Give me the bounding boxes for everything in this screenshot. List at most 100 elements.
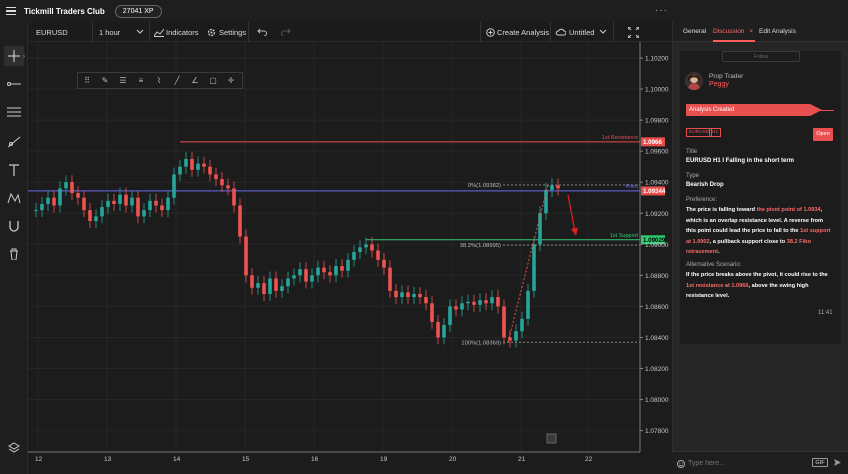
candle-body: [172, 174, 176, 198]
pen-icon[interactable]: ✎: [96, 76, 114, 85]
chart-header: EURUSD 1 hour Indicators Settings Create…: [28, 22, 672, 42]
chevron-down-icon[interactable]: [136, 22, 144, 42]
rectangle-icon[interactable]: ▢: [204, 76, 222, 85]
candle-body: [304, 269, 308, 282]
hamburger-menu-icon[interactable]: [0, 0, 22, 22]
price-label: 1.10200: [645, 56, 669, 63]
candle-body: [82, 197, 86, 211]
fullscreen-icon[interactable]: [628, 22, 639, 42]
alternative-label: Alternative Scenario:: [686, 262, 742, 268]
follow-button[interactable]: Follow: [722, 51, 800, 62]
tab-discussion[interactable]: Discussion ×: [713, 28, 753, 35]
candle-body: [118, 194, 122, 204]
price-label: 1.09200: [645, 211, 669, 218]
price-label: 1.07800: [645, 428, 669, 435]
candle-body: [502, 306, 506, 338]
lock-icon[interactable]: [546, 433, 557, 444]
drag-handle-icon[interactable]: ⠿: [78, 76, 96, 85]
timeframe-selector[interactable]: 1 hour: [99, 22, 120, 42]
undo-icon[interactable]: [257, 22, 267, 42]
candle-body: [424, 297, 428, 304]
candle-body: [220, 179, 224, 186]
candle-body: [196, 163, 200, 170]
price-label: 1.08400: [645, 335, 669, 342]
text-icon[interactable]: [4, 160, 24, 180]
candle-body: [280, 286, 284, 291]
type-value: Bearish Drop: [686, 182, 724, 188]
candle-body: [178, 166, 182, 175]
pattern-icon[interactable]: [4, 188, 24, 208]
candle-body: [154, 200, 158, 206]
candle-body: [322, 267, 326, 273]
author-name[interactable]: Peggy: [709, 81, 729, 88]
candle-body: [412, 293, 416, 298]
settings-button[interactable]: Settings: [207, 22, 246, 42]
candle-body: [298, 269, 302, 276]
line-width-icon[interactable]: ≡: [132, 76, 150, 85]
fib-retracement-icon[interactable]: [4, 102, 24, 122]
indicators-button[interactable]: Indicators: [154, 22, 199, 42]
candle-body: [430, 303, 434, 322]
symbol-selector[interactable]: EURUSD: [36, 22, 68, 42]
draw-line-icon[interactable]: ╱: [168, 76, 186, 85]
crosshair-small-icon[interactable]: ✛: [222, 76, 240, 85]
candle-body: [358, 247, 362, 253]
tab-edit-analysis[interactable]: Edit Analysis: [759, 28, 796, 35]
candle-body: [256, 283, 260, 288]
candle-body: [310, 275, 314, 282]
layers-icon[interactable]: [4, 438, 24, 458]
candle-body: [448, 306, 452, 326]
plus-circle-icon: [486, 27, 495, 37]
create-analysis-button[interactable]: Create Analysis: [486, 22, 549, 42]
title-label: Title: [686, 149, 698, 155]
expand-arrow-icon[interactable]: ›: [23, 54, 25, 60]
candle-body: [190, 158, 194, 170]
trash-icon[interactable]: [4, 244, 24, 264]
line-style-icon[interactable]: ☰: [114, 76, 132, 85]
trendline-icon[interactable]: [4, 132, 24, 152]
candle-body: [466, 301, 470, 304]
fib-382-label: 38.2%(1.08995): [460, 243, 501, 249]
candle-body: [268, 278, 272, 294]
message-input[interactable]: [688, 457, 808, 470]
candle-body: [136, 197, 140, 217]
horizontal-ray-icon[interactable]: [4, 74, 24, 94]
cloud-icon: [555, 28, 566, 36]
candle-body: [262, 283, 266, 294]
redo-icon[interactable]: [281, 22, 291, 42]
date-label: 22: [585, 456, 593, 463]
candle-body: [214, 174, 218, 180]
crosshair-icon[interactable]: [4, 46, 24, 66]
candle-body: [532, 244, 536, 291]
open-button[interactable]: Open: [813, 128, 833, 141]
candle-body: [76, 193, 80, 198]
candle-body: [46, 197, 50, 204]
candle-body: [40, 203, 44, 211]
close-icon[interactable]: ×: [749, 28, 753, 35]
author-role: Prop Trader: [709, 73, 744, 80]
candle-body: [160, 205, 164, 211]
more-menu-icon[interactable]: ···: [655, 5, 668, 16]
fib-0-label: 0%(1.09382): [468, 183, 501, 189]
timeframe-badge: H1: [709, 128, 722, 137]
candle-body: [142, 210, 146, 217]
candle-body: [460, 303, 464, 310]
plot-area: [28, 42, 640, 452]
candle-body: [376, 250, 380, 260]
angle-icon[interactable]: ∠: [186, 76, 204, 85]
candle-body: [388, 267, 392, 291]
magnet-icon[interactable]: [4, 216, 24, 236]
candle-body: [526, 290, 530, 319]
tab-general[interactable]: General: [683, 28, 706, 35]
avatar[interactable]: [685, 72, 703, 90]
candle-body: [274, 278, 278, 291]
date-label: 13: [104, 456, 112, 463]
brush-icon[interactable]: ⌇: [150, 76, 168, 85]
panel-tabs: General Discussion × Edit Analysis: [673, 22, 848, 42]
send-icon[interactable]: [833, 458, 842, 467]
gif-button[interactable]: GIF: [812, 458, 828, 467]
emoji-icon[interactable]: [677, 460, 685, 468]
price-chart[interactable]: 1st Resistance Pivot 1st Support 1.0966 1.09…: [28, 42, 676, 474]
untitled-dropdown[interactable]: Untitled: [555, 22, 607, 42]
indicators-icon: [154, 28, 164, 37]
